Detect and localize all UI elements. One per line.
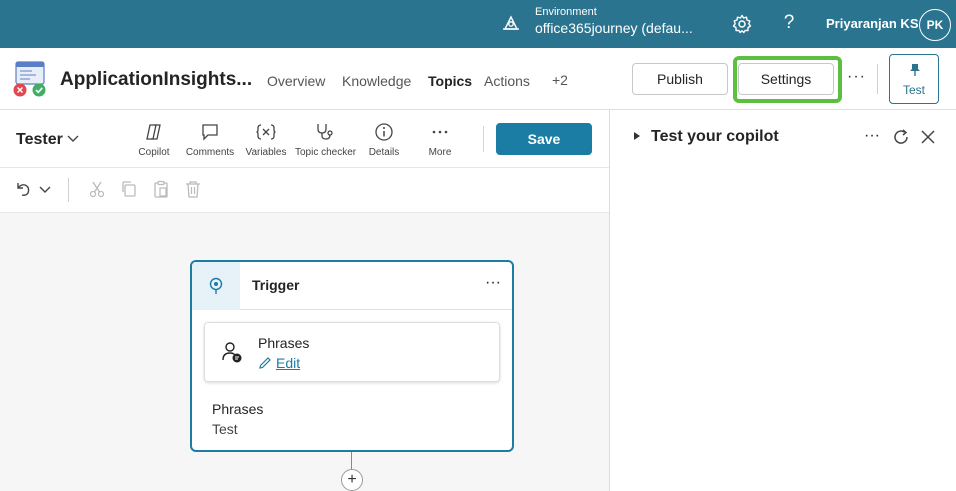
more-tool[interactable]: More [410,122,470,158]
page-title: ApplicationInsights... [60,69,253,90]
app-icon[interactable] [12,58,50,98]
node-more-options-icon[interactable]: ··· [485,274,501,292]
add-node-button[interactable]: + [341,469,363,491]
copilot-icon [146,124,161,140]
edit-link-label: Edit [276,355,301,371]
copilot-tool-label: Copilot [138,147,170,158]
variables-icon [256,124,276,140]
edit-toolbar [0,168,609,213]
topic-checker-tool-label: Topic checker [295,147,357,158]
pencil-icon [259,357,271,369]
environment-icon[interactable] [502,14,520,32]
environment-label: Environment [535,6,597,18]
close-icon[interactable] [921,130,935,144]
tab-topics[interactable]: Topics [428,73,472,89]
edit-phrases-link[interactable]: Edit [258,355,300,371]
stethoscope-icon [317,124,333,140]
lightbulb-icon [209,277,223,294]
comments-tool-label: Comments [185,147,235,158]
trigger-node-header: Trigger ··· [192,262,512,310]
save-button[interactable]: Save [496,123,592,155]
more-tool-label: More [428,147,452,158]
chevron-down-icon[interactable] [67,134,79,144]
topic-checker-tool[interactable]: Topic checker [295,122,357,158]
phrases-card[interactable]: Phrases Edit [204,322,500,382]
user-name[interactable]: Priyaranjan KS [826,16,919,31]
test-panel-more-icon[interactable]: ··· [864,127,880,145]
topic-name[interactable]: Tester [16,131,63,149]
help-icon[interactable]: ? [781,12,797,34]
details-tool[interactable]: Details [354,122,414,158]
undo-icon[interactable] [14,180,32,198]
test-panel-title: Test your copilot [651,128,779,145]
test-button[interactable]: Test [889,54,939,104]
delete-icon[interactable] [184,180,202,198]
tab-overview[interactable]: Overview [267,73,325,89]
trigger-node-title: Trigger [252,277,300,293]
info-icon [375,123,393,141]
tab-actions[interactable]: Actions [484,73,530,89]
copilot-tool[interactable]: Copilot [124,122,184,158]
divider [68,178,69,202]
copilot-header: ApplicationInsights... Overview Knowledg… [0,48,956,110]
divider [877,64,878,94]
avatar[interactable]: PK [919,9,951,41]
trigger-icon-box [192,262,240,310]
paste-icon[interactable] [152,180,170,198]
settings-button[interactable]: Settings [738,63,834,95]
phrases-value: Test [212,421,238,437]
topic-editor: Tester Copilot Comments Variables Topic … [0,110,609,491]
test-button-label: Test [902,83,925,97]
trigger-node[interactable]: Trigger ··· Phrases Edit Phrases Test [190,260,514,452]
comment-icon [202,124,218,141]
test-panel: Test your copilot ··· [609,110,956,491]
publish-button[interactable]: Publish [632,63,728,95]
user-message-icon [222,342,242,363]
tab-more-count[interactable]: +2 [552,72,568,88]
divider [483,126,484,152]
authoring-canvas[interactable]: Trigger ··· Phrases Edit Phrases Test + [0,213,609,491]
editor-toolbar: Tester Copilot Comments Variables Topic … [0,110,609,168]
chevron-down-icon[interactable] [38,180,52,198]
caret-right-icon[interactable] [634,132,640,140]
tab-knowledge[interactable]: Knowledge [342,73,411,89]
gear-icon[interactable] [732,14,752,34]
node-connector [351,452,352,470]
variables-tool-label: Variables [245,147,287,158]
environment-name[interactable]: office365journey (defau... [535,20,693,36]
phrases-card-title: Phrases [258,335,310,351]
variables-tool[interactable]: Variables [236,122,296,158]
more-options-icon[interactable]: ··· [847,68,866,86]
refresh-icon[interactable] [892,128,910,146]
test-icon [910,64,920,76]
ellipsis-icon [432,130,448,134]
phrases-label: Phrases [212,401,264,417]
copy-icon[interactable] [120,180,138,198]
cut-icon[interactable] [88,180,106,198]
details-tool-label: Details [368,147,400,158]
top-bar: Environment office365journey (defau... ?… [0,0,956,48]
comments-tool[interactable]: Comments [180,122,240,158]
